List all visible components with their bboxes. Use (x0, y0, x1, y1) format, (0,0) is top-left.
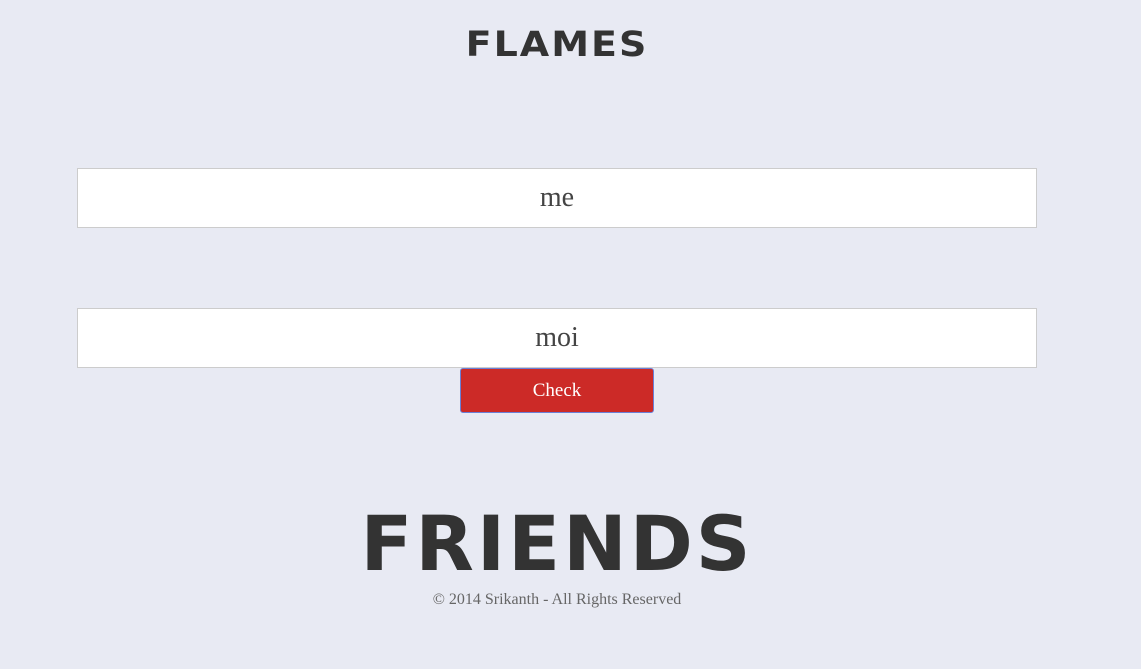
footer-copyright: © 2014 Srikanth - All Rights Reserved (432, 591, 682, 608)
check-button[interactable]: Check (460, 368, 654, 413)
app-title: FLAMES (465, 23, 649, 65)
second-name-input[interactable] (77, 308, 1037, 368)
first-name-input[interactable] (77, 168, 1037, 228)
result-text: FRIENDS (360, 499, 754, 588)
